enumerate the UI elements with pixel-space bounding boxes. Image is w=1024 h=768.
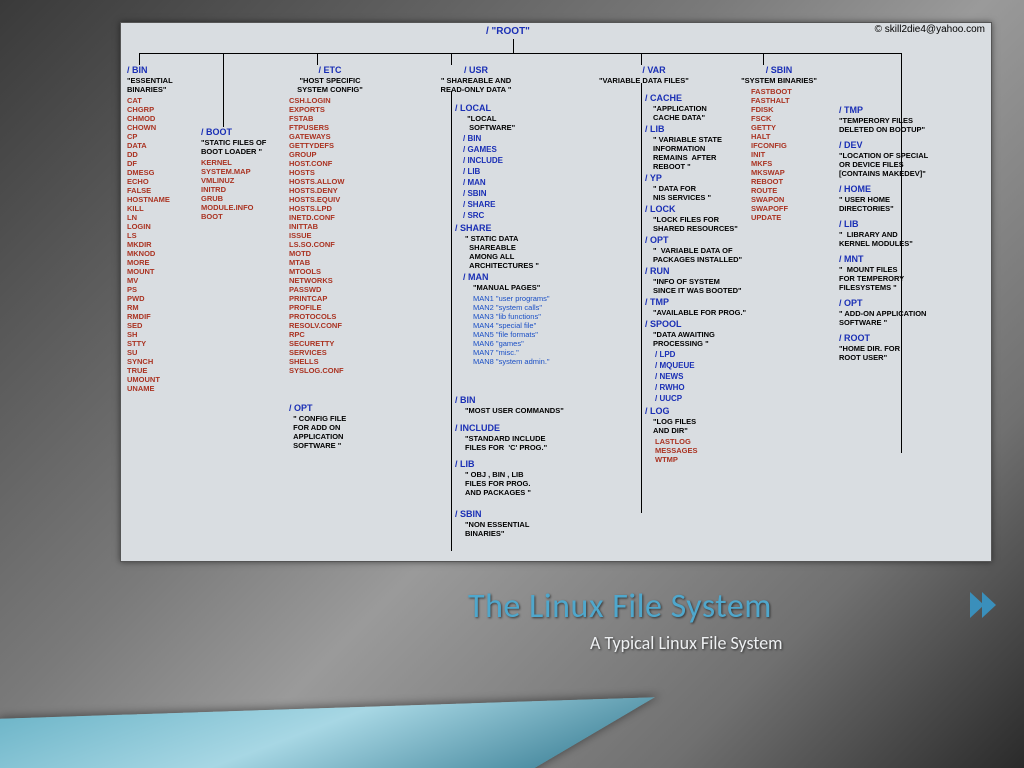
- v-etc: [317, 53, 318, 65]
- v-sbin: [763, 53, 764, 65]
- usr-man-desc: "MANUAL PAGES": [473, 283, 575, 292]
- col-usr: / USR " SHAREABLE AND READ-ONLY DATA ": [421, 65, 531, 96]
- usr-include-desc: "STANDARD INCLUDE FILES FOR 'C' PROG.": [465, 434, 575, 452]
- vline-root: [513, 39, 514, 53]
- usr-lib-title: / LIB: [455, 459, 575, 469]
- var-desc: "VARIABLE DATA FILES": [599, 76, 709, 85]
- col-usr-bin: / BIN "MOST USER COMMANDS": [455, 395, 575, 417]
- usr-bin-title: / BIN: [455, 395, 575, 405]
- col-boot: / BOOT "STATIC FILES OF BOOT LOADER " KE…: [201, 127, 279, 221]
- usr-lib-desc: " OBJ , BIN , LIB FILES FOR PROG. AND PA…: [465, 470, 575, 497]
- opt-title: / OPT: [289, 403, 371, 413]
- v-usr-long: [451, 91, 452, 551]
- col-usr-include: / INCLUDE "STANDARD INCLUDE FILES FOR 'C…: [455, 423, 575, 454]
- col-etc: / ETC "HOST SPECIFIC SYSTEM CONFIG" CSH.…: [289, 65, 371, 375]
- v-boot: [223, 53, 224, 127]
- hline-top: [139, 53, 901, 54]
- col-sysbin: / SBIN "SYSTEM BINARIES" FASTBOOTFASTHAL…: [733, 65, 825, 222]
- usr-local-subs: / BIN/ GAMES/ INCLUDE/ LIB/ MAN/ SBIN/ S…: [463, 134, 565, 221]
- v-usr: [451, 53, 452, 65]
- sysbin-desc: "SYSTEM BINARIES": [733, 76, 825, 85]
- boot-title: / BOOT: [201, 127, 279, 137]
- credit-text: © skill2die4@yahoo.com: [875, 25, 985, 35]
- var-title: / VAR: [599, 65, 709, 75]
- man-list: MAN1 "user programs"MAN2 "system calls"M…: [473, 294, 575, 366]
- etc-desc: "HOST SPECIFIC SYSTEM CONFIG": [289, 76, 371, 94]
- col-usr-share: / SHARE " STATIC DATA SHAREABLE AMONG AL…: [455, 223, 575, 366]
- v-bin: [139, 53, 140, 65]
- diagram-panel: © skill2die4@yahoo.com / "ROOT" / BIN "E…: [120, 22, 992, 562]
- usr-local-title: / LOCAL: [455, 103, 565, 113]
- usr-title: / USR: [421, 65, 531, 75]
- col-var: / VAR "VARIABLE DATA FILES": [599, 65, 709, 87]
- etc-list: CSH.LOGINEXPORTSFSTABFTPUSERSGATEWAYSGET…: [289, 96, 371, 375]
- boot-list: KERNELSYSTEM.MAPVMLINUZINITRDGRUBMODULE.…: [201, 158, 279, 221]
- usr-sbin-title: / SBIN: [455, 509, 575, 519]
- sysbin-title: / SBIN: [733, 65, 825, 75]
- chevron-icon: [972, 592, 996, 618]
- col-usr-local: / LOCAL "LOCAL SOFTWARE" / BIN/ GAMES/ I…: [455, 103, 565, 221]
- v-var-long: [641, 83, 642, 513]
- bin-title: / BIN: [127, 65, 189, 75]
- root-label: / "ROOT": [486, 27, 530, 37]
- usr-desc: " SHAREABLE AND READ-ONLY DATA ": [421, 76, 531, 94]
- usr-sbin-desc: "NON ESSENTIAL BINARIES": [465, 520, 575, 538]
- decoration-swoosh: [0, 697, 655, 768]
- usr-man-title: / MAN: [463, 272, 575, 282]
- col-opt-cfg: / OPT " CONFIG FILE FOR ADD ON APPLICATI…: [289, 403, 371, 452]
- v-var: [641, 53, 642, 65]
- opt-desc: " CONFIG FILE FOR ADD ON APPLICATION SOF…: [289, 414, 371, 450]
- slide-subtitle: A Typical Linux File System: [590, 632, 783, 654]
- col-bin: / BIN "ESSENTIAL BINARIES" CATCHGRPCHMOD…: [127, 65, 189, 393]
- sysbin-list: FASTBOOTFASTHALTFDISKFSCKGETTYHALTIFCONF…: [751, 87, 825, 222]
- usr-include-title: / INCLUDE: [455, 423, 575, 433]
- etc-title: / ETC: [289, 65, 371, 75]
- slide-title: The Linux File System: [468, 586, 772, 627]
- bin-desc: "ESSENTIAL BINARIES": [127, 76, 189, 94]
- col-usr-sbin: / SBIN "NON ESSENTIAL BINARIES": [455, 509, 575, 540]
- usr-bin-desc: "MOST USER COMMANDS": [465, 406, 575, 415]
- usr-share-title: / SHARE: [455, 223, 575, 233]
- usr-share-desc: " STATIC DATA SHAREABLE AMONG ALL ARCHIT…: [465, 234, 575, 270]
- bin-list: CATCHGRPCHMODCHOWNCPDATADDDFDMESGECHOFAL…: [127, 96, 189, 393]
- col-usr-lib: / LIB " OBJ , BIN , LIB FILES FOR PROG. …: [455, 459, 575, 499]
- right-col: / TMP"TEMPERORY FILES DELETED ON BOOTUP"…: [839, 105, 987, 368]
- boot-desc: "STATIC FILES OF BOOT LOADER ": [201, 138, 279, 156]
- usr-local-desc: "LOCAL SOFTWARE": [465, 114, 565, 132]
